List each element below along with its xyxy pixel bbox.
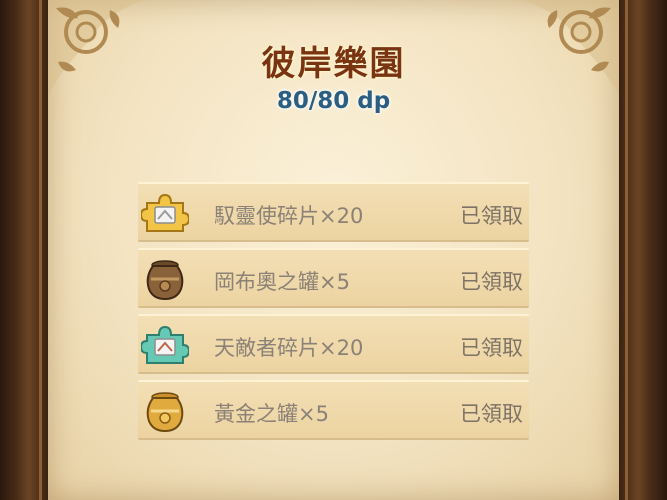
gold-jar-icon — [146, 392, 184, 433]
reward-name: 天敵者碎片×20 — [214, 336, 364, 360]
dp-counter: 80/80 dp — [276, 88, 391, 114]
reward-name: 馭靈使碎片×20 — [214, 204, 364, 228]
page-title: 彼岸樂園 — [261, 44, 406, 84]
reward-name: 黃金之罐×5 — [214, 402, 329, 426]
puzzle-piece-teal-icon — [141, 325, 189, 364]
claimed-status: 已領取 — [460, 336, 523, 360]
reward-row: 馭靈使碎片×20 已領取 — [138, 182, 529, 242]
frame-left-border — [0, 0, 48, 500]
claimed-status: 已領取 — [460, 402, 523, 426]
reward-panel: 彼岸樂園 80/80 dp 馭靈使碎片×20 已領取 岡布奧之罐×5 已領取 天… — [48, 0, 619, 500]
reward-row: 黃金之罐×5 已領取 — [138, 380, 529, 440]
reward-row: 天敵者碎片×20 已領取 — [138, 314, 529, 374]
puzzle-piece-gold-icon — [141, 193, 189, 232]
frame-right-border — [619, 0, 667, 500]
reward-name: 岡布奧之罐×5 — [214, 270, 350, 294]
claimed-status: 已領取 — [460, 270, 523, 294]
claimed-status: 已領取 — [460, 204, 523, 228]
reward-list: 馭靈使碎片×20 已領取 岡布奧之罐×5 已領取 天敵者碎片×20 已領取 黃金… — [138, 182, 529, 446]
bronze-jar-icon — [146, 260, 184, 301]
reward-row: 岡布奧之罐×5 已領取 — [138, 248, 529, 308]
